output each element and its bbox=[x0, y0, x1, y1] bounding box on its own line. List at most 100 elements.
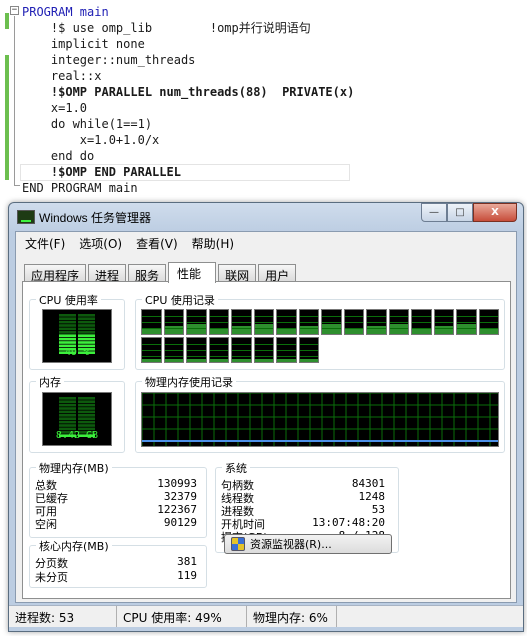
cpu-core-graph bbox=[163, 309, 184, 335]
grid-line bbox=[142, 316, 161, 317]
grid-line bbox=[412, 316, 431, 317]
cpu-usage-value: 49 % bbox=[64, 347, 90, 358]
close-button[interactable]: X bbox=[473, 203, 517, 222]
grid-line bbox=[142, 328, 161, 329]
grid-line bbox=[142, 344, 161, 345]
grid-line bbox=[322, 328, 341, 329]
memory-meter-segment bbox=[78, 410, 95, 414]
cpu-usage-meter: 49 % bbox=[42, 309, 112, 363]
tab-applications[interactable]: 应用程序 bbox=[24, 264, 87, 283]
memory-meter-segment bbox=[59, 410, 76, 414]
menu-view[interactable]: 查看(V) bbox=[127, 232, 183, 252]
code-line-5[interactable]: real::x bbox=[22, 68, 102, 84]
grid-line bbox=[322, 322, 341, 323]
task-manager-icon bbox=[17, 210, 35, 224]
menu-help[interactable]: 帮助(H) bbox=[183, 232, 239, 252]
code-line-11[interactable]: !$OMP END PARALLEL bbox=[22, 164, 181, 180]
cpu-core-graph bbox=[411, 309, 432, 335]
cpu-core-graph bbox=[321, 309, 342, 335]
code-line-7[interactable]: x=1.0 bbox=[22, 100, 87, 116]
memory-meter: 8.42 GB bbox=[42, 392, 112, 446]
grid-line bbox=[209, 356, 228, 357]
tab-networking[interactable]: 联网 bbox=[218, 264, 257, 283]
grid-line bbox=[277, 322, 296, 323]
grid-line bbox=[187, 328, 206, 329]
tab-services[interactable]: 服务 bbox=[128, 264, 167, 283]
code-line-10[interactable]: end do bbox=[22, 148, 94, 164]
cpu-meter-segment bbox=[59, 317, 76, 320]
physical-memory-row: 已缓存 32379 bbox=[35, 490, 205, 505]
grid-line bbox=[457, 328, 476, 329]
grid-line bbox=[277, 350, 296, 351]
cpu-core-load bbox=[164, 359, 183, 362]
grid-line bbox=[277, 316, 296, 317]
code-editor[interactable]: − PROGRAM main !$ use omp_lib !omp并行说明语句… bbox=[0, 0, 527, 200]
cpu-core-load bbox=[187, 359, 206, 362]
code-line-8[interactable]: do while(1==1) bbox=[22, 116, 152, 132]
tab-processes[interactable]: 进程 bbox=[88, 264, 127, 283]
cpu-history-title: CPU 使用记录 bbox=[142, 292, 218, 308]
cpu-meter-segment bbox=[78, 327, 95, 331]
grid-line bbox=[389, 322, 408, 323]
physical-memory-row: 总数 130993 bbox=[35, 477, 205, 492]
minimize-button[interactable]: — bbox=[421, 203, 447, 222]
system-row: 开机时间 13:07:48:20 bbox=[221, 516, 399, 531]
system-value: 13:07:48:20 bbox=[312, 516, 385, 529]
cpu-core-graph bbox=[208, 337, 229, 363]
cpu-meter-segment bbox=[78, 341, 95, 344]
physical-memory-row: 空闲 90129 bbox=[35, 516, 205, 531]
memory-meter-segment bbox=[78, 400, 95, 403]
cpu-core-graph bbox=[141, 309, 162, 335]
cpu-core-graph bbox=[141, 337, 162, 363]
cpu-core-graph bbox=[208, 309, 229, 335]
code-line-1[interactable]: PROGRAM main bbox=[22, 4, 109, 20]
tab-users[interactable]: 用户 bbox=[258, 264, 297, 283]
grid-line bbox=[209, 322, 228, 323]
cpu-meter-segment bbox=[78, 324, 95, 327]
resource-monitor-button[interactable]: 资源监视器(R)... bbox=[224, 534, 392, 554]
cpu-meter-segment bbox=[59, 341, 76, 344]
physical-memory-row: 可用 122367 bbox=[35, 503, 205, 518]
memory-value: 8.42 GB bbox=[55, 430, 99, 441]
code-line-9[interactable]: x=1.0+1.0/x bbox=[22, 132, 159, 148]
code-line-12[interactable]: END PROGRAM main bbox=[22, 180, 138, 196]
change-marker bbox=[5, 55, 9, 180]
grid-line bbox=[299, 356, 318, 357]
physical-memory-value: 32379 bbox=[163, 490, 197, 503]
menu-file[interactable]: 文件(F) bbox=[16, 232, 70, 252]
physical-memory-value: 130993 bbox=[157, 477, 197, 490]
task-manager-window[interactable]: Windows 任务管理器 — □ X 文件(F) 选项(O) 查看(V) 帮助… bbox=[8, 202, 524, 632]
cpu-meter-segment bbox=[59, 324, 76, 327]
grid-line bbox=[142, 322, 161, 323]
menu-options[interactable]: 选项(O) bbox=[70, 232, 127, 252]
memory-meter-segment bbox=[78, 397, 95, 400]
memory-history-graph bbox=[141, 392, 499, 447]
grid-line bbox=[479, 328, 498, 329]
code-line-3[interactable]: implicit none bbox=[22, 36, 145, 52]
grid-line bbox=[232, 344, 251, 345]
grid-line bbox=[254, 328, 273, 329]
status-processes: 进程数: 53 bbox=[9, 606, 117, 627]
memory-title: 内存 bbox=[36, 374, 64, 390]
grid-line bbox=[142, 350, 161, 351]
code-line-4[interactable]: integer::num_threads bbox=[22, 52, 196, 68]
fold-toggle-icon[interactable]: − bbox=[10, 6, 19, 15]
title-bar[interactable]: Windows 任务管理器 — □ X bbox=[9, 203, 523, 231]
cpu-core-graph bbox=[343, 309, 364, 335]
code-line-6[interactable]: !$OMP PARALLEL num_threads(88) PRIVATE(x… bbox=[22, 84, 354, 100]
memory-meter-segment bbox=[59, 424, 76, 427]
grid-line bbox=[232, 316, 251, 317]
cpu-core-load bbox=[389, 324, 408, 334]
grid-line bbox=[299, 322, 318, 323]
cpu-core-graph bbox=[186, 337, 207, 363]
maximize-button[interactable]: □ bbox=[447, 203, 473, 222]
memory-meter-segment bbox=[78, 403, 95, 407]
memory-meter-segment bbox=[78, 407, 95, 410]
grid-line bbox=[434, 328, 453, 329]
code-line-2[interactable]: !$ use omp_lib !omp并行说明语句 bbox=[22, 20, 311, 36]
cpu-meter-segment bbox=[78, 331, 95, 334]
cpu-core-load bbox=[254, 359, 273, 362]
cpu-core-load bbox=[322, 324, 341, 334]
status-bar: 进程数: 53 CPU 使用率: 49% 物理内存: 6% bbox=[9, 605, 523, 627]
tab-performance[interactable]: 性能 bbox=[168, 262, 217, 283]
